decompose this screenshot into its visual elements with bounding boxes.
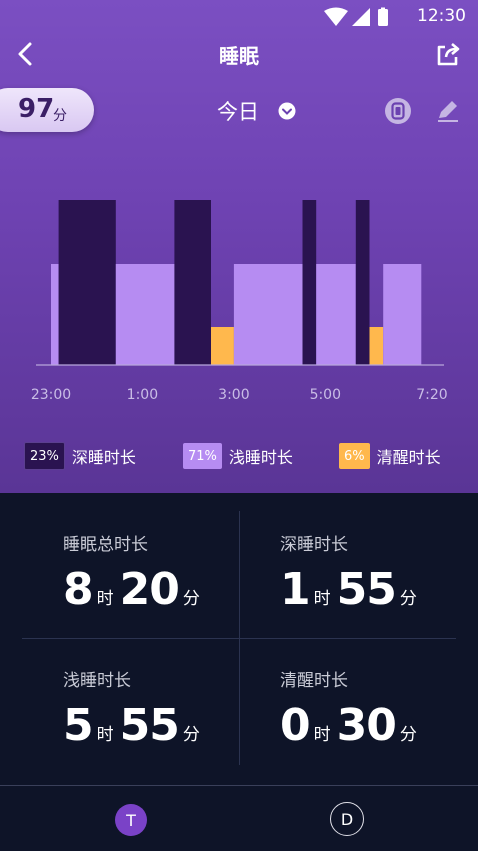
legend-light: 71% 浅睡时长 — [183, 442, 293, 470]
sleep-bar-light — [115, 264, 175, 365]
signal-icon — [352, 8, 370, 26]
stat-light: 浅睡时长 5 时 55 分 — [63, 666, 263, 786]
legend-light-pct: 71% — [183, 443, 222, 469]
stat-total-minute-unit: 分 — [182, 589, 200, 609]
share-icon[interactable] — [434, 40, 462, 68]
stat-awake-value: 0 时 30 分 — [280, 700, 423, 751]
x-tick-label: 5:00 — [310, 387, 341, 403]
x-tick-label: 3:00 — [218, 387, 249, 403]
sleep-score-unit: 分 — [53, 108, 67, 124]
battery-icon — [378, 9, 388, 26]
chevron-down-circle-icon[interactable] — [278, 102, 296, 120]
stat-light-title: 浅睡时长 — [63, 671, 131, 691]
stat-light-minute-unit: 分 — [182, 725, 200, 745]
stat-total: 睡眠总时长 8 时 20 分 — [63, 530, 263, 650]
tab-t-button[interactable]: T — [115, 804, 147, 836]
stat-deep-hours: 1 — [280, 564, 311, 615]
sleep-score-value: 97 — [18, 94, 55, 124]
sleep-bar-deep — [58, 200, 116, 365]
legend-awake: 6% 清醒时长 — [339, 442, 441, 470]
sleep-bar-awake — [211, 327, 234, 365]
sleep-bar-deep — [174, 200, 211, 365]
stat-awake-hours: 0 — [280, 700, 311, 751]
day-selector-label[interactable]: 今日 — [217, 96, 259, 126]
stat-light-value: 5 时 55 分 — [63, 700, 206, 751]
status-icons — [324, 7, 388, 26]
sleep-bar-light — [383, 264, 422, 365]
pencil-icon[interactable] — [435, 98, 461, 124]
stat-awake-minute-unit: 分 — [399, 725, 417, 745]
x-tick-label: 1:00 — [127, 387, 158, 403]
sleep-bar-awake — [369, 327, 384, 365]
status-time: 12:30 — [417, 6, 466, 26]
wifi-icon — [324, 7, 348, 26]
sleep-bar-deep — [355, 200, 370, 365]
chevron-left-icon[interactable] — [12, 40, 40, 68]
stat-total-title: 睡眠总时长 — [63, 535, 148, 555]
legend-awake-label: 清醒时长 — [376, 448, 441, 467]
stat-awake-title: 清醒时长 — [280, 671, 348, 691]
x-tick-label: 23:00 — [31, 387, 71, 403]
sleep-stage-chart: 23:00 1:00 3:00 5:00 7:20 — [31, 200, 448, 403]
legend-awake-pct: 6% — [339, 443, 370, 469]
sleep-stats-grid: 睡眠总时长 8 时 20 分 深睡时长 1 时 55 分 浅睡时长 5 时 55… — [0, 493, 478, 785]
legend-light-label: 浅睡时长 — [228, 448, 293, 467]
page-title: 睡眠 — [219, 44, 259, 68]
sleep-header-panel: 12:30 睡眠 97 分 今日 23:00 1:00 3:00 5:00 7:20 2… — [0, 0, 478, 493]
stat-total-value: 8 时 20 分 — [63, 564, 206, 615]
stat-light-hour-unit: 时 — [96, 725, 114, 745]
sleep-bar-light — [233, 264, 303, 365]
stat-light-hours: 5 — [63, 700, 94, 751]
stat-deep-minutes: 55 — [336, 564, 397, 615]
legend-deep-pct: 23% — [24, 442, 65, 470]
stat-awake-hour-unit: 时 — [313, 725, 331, 745]
tab-d-button[interactable]: D — [330, 802, 364, 836]
watch-icon[interactable] — [384, 97, 412, 125]
stat-awake-minutes: 30 — [336, 700, 397, 751]
status-bar: 12:30 — [0, 0, 478, 32]
stat-deep: 深睡时长 1 时 55 分 — [280, 530, 478, 650]
sleep-bar-light — [316, 264, 356, 365]
legend-deep: 23% 深睡时长 — [24, 442, 136, 470]
sleep-bar-deep — [302, 200, 317, 365]
x-tick-label: 7:20 — [416, 387, 447, 403]
stat-deep-value: 1 时 55 分 — [280, 564, 423, 615]
stat-total-minutes: 20 — [119, 564, 180, 615]
stat-deep-minute-unit: 分 — [399, 589, 417, 609]
stat-total-hour-unit: 时 — [96, 589, 114, 609]
stat-light-minutes: 55 — [119, 700, 180, 751]
stat-deep-title: 深睡时长 — [280, 535, 348, 555]
sleep-score-badge: 97 分 — [0, 88, 94, 132]
sleep-bar-light — [51, 264, 59, 365]
stat-deep-hour-unit: 时 — [313, 589, 331, 609]
legend-deep-label: 深睡时长 — [71, 448, 136, 467]
stat-total-hours: 8 — [63, 564, 94, 615]
stat-awake: 清醒时长 0 时 30 分 — [280, 666, 478, 786]
bottom-tab-bar: T D — [0, 785, 478, 851]
